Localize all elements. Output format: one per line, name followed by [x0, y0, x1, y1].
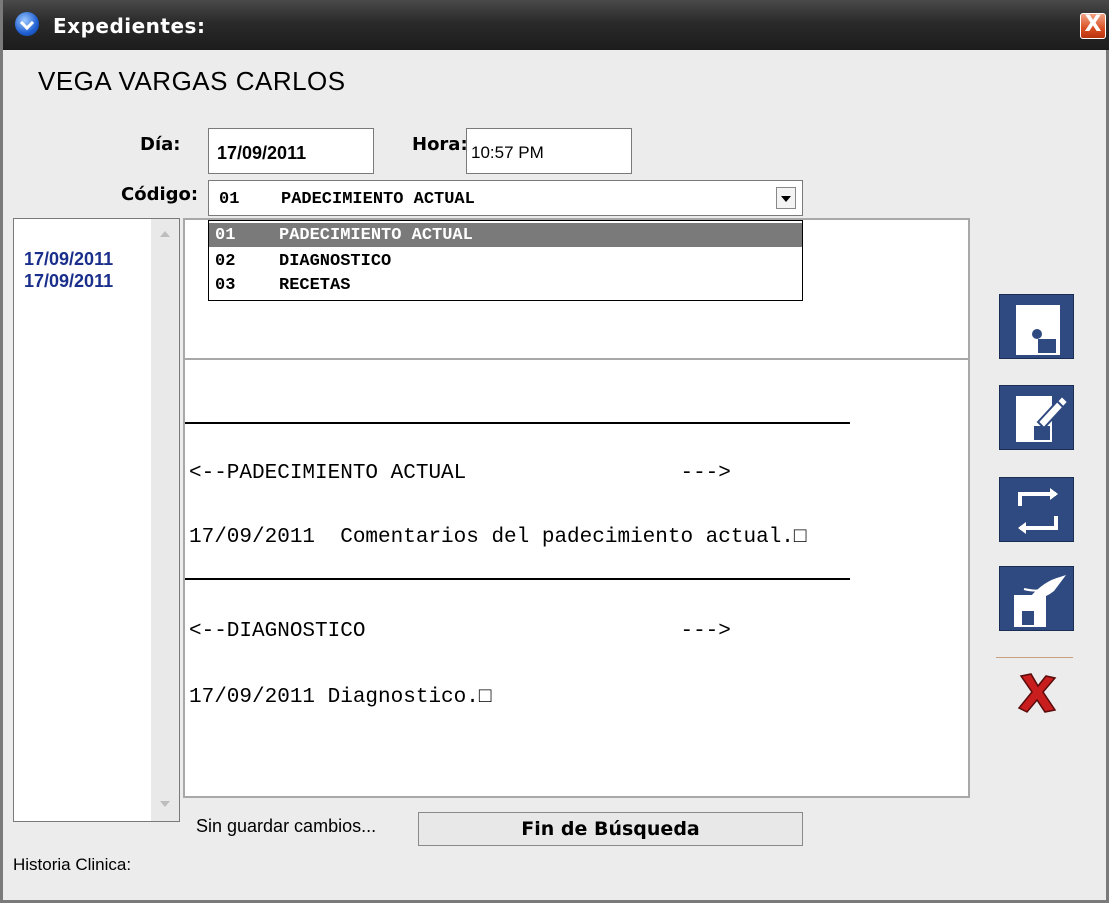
vertical-scrollbar[interactable] [151, 219, 179, 821]
hour-field[interactable]: 10:57 PM [466, 128, 632, 174]
code-selected-desc: PADECIMIENTO ACTUAL [281, 190, 475, 209]
code-label: Código: [121, 184, 199, 205]
option-desc: DIAGNOSTICO [279, 252, 392, 271]
history-label: Historia Clinica: [13, 855, 132, 874]
chevron-down-icon[interactable] [776, 187, 796, 209]
code-selected-code: 01 [219, 190, 240, 209]
expedientes-window: Expedientes: X VEGA VARGAS CARLOS Día: 1… [0, 0, 1109, 903]
cancel-button[interactable] [1013, 668, 1063, 718]
history-date-list[interactable]: 17/09/2011 17/09/2011 [13, 218, 180, 822]
code-select[interactable]: 01 PADECIMIENTO ACTUAL [208, 180, 803, 216]
dropdown-option[interactable]: 01 PADECIMIENTO ACTUAL [209, 223, 802, 247]
cancel-x-icon [1017, 673, 1057, 713]
title-bar[interactable]: Expedientes: X [3, 0, 1109, 50]
search-status-box: Fin de Búsqueda [418, 812, 803, 846]
patient-name: VEGA VARGAS CARLOS [38, 66, 346, 96]
window-title: Expedientes: [53, 14, 206, 38]
toolbar-separator [996, 657, 1073, 658]
edit-disk-icon [1016, 394, 1070, 442]
scroll-down-icon[interactable] [160, 801, 170, 807]
record-text-area[interactable]: <--PADECIMIENTO ACTUAL ---> 17/09/2011 C… [183, 360, 970, 798]
option-code: 01 [215, 226, 236, 245]
code-dropdown-list[interactable]: 01 PADECIMIENTO ACTUAL 02 DIAGNOSTICO 03… [208, 220, 803, 301]
scroll-up-icon[interactable] [160, 231, 170, 237]
divider [185, 578, 850, 580]
sign-disk-icon [1014, 575, 1066, 627]
save-button[interactable] [999, 294, 1074, 359]
sign-save-button[interactable] [999, 566, 1074, 631]
section-header-padecimiento: <--PADECIMIENTO ACTUAL ---> [189, 462, 731, 485]
dropdown-option[interactable]: 02 DIAGNOSTICO [209, 249, 802, 273]
app-chevron-icon[interactable] [15, 12, 39, 36]
refresh-button[interactable] [999, 477, 1074, 542]
option-code: 03 [215, 276, 236, 295]
day-field[interactable]: 17/09/2011 [208, 128, 374, 174]
list-item[interactable]: 17/09/2011 [24, 271, 113, 292]
option-desc: RECETAS [279, 276, 351, 295]
day-label: Día: [140, 134, 181, 155]
option-code: 02 [215, 252, 236, 271]
entry-diagnostico: 17/09/2011 Diagnostico.□ [189, 686, 492, 709]
refresh-icon [1018, 488, 1058, 534]
section-header-diagnostico: <--DIAGNOSTICO ---> [189, 620, 731, 643]
entry-padecimiento: 17/09/2011 Comentarios del padecimiento … [189, 526, 807, 549]
hour-label: Hora: [412, 134, 468, 155]
dropdown-option[interactable]: 03 RECETAS [209, 273, 802, 297]
close-button[interactable]: X [1080, 13, 1106, 39]
option-desc: PADECIMIENTO ACTUAL [279, 226, 473, 245]
edit-save-button[interactable] [999, 385, 1074, 450]
save-disk-icon [1016, 305, 1060, 355]
unsaved-status: Sin guardar cambios... [196, 816, 377, 836]
divider [185, 422, 850, 424]
list-item[interactable]: 17/09/2011 [24, 249, 113, 270]
